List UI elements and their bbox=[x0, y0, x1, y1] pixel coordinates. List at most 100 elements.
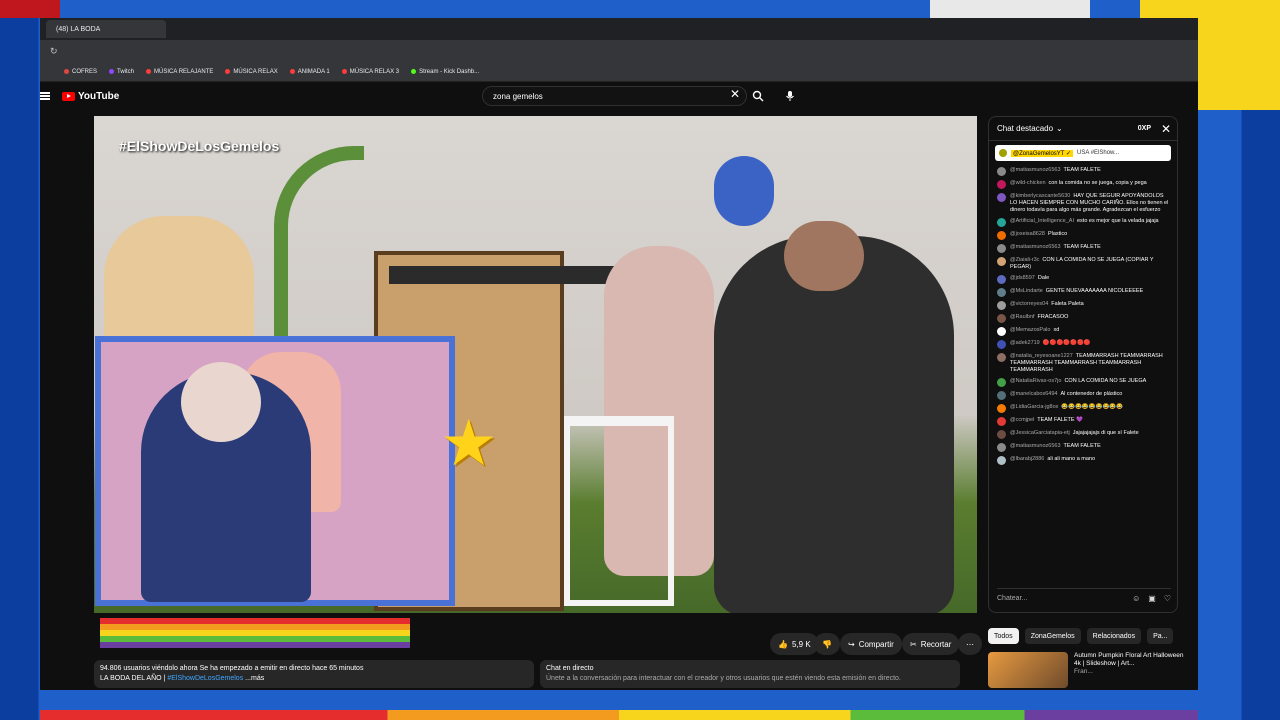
bookmark-item[interactable]: MÚSICA RELAX bbox=[225, 69, 278, 75]
voice-search-button[interactable] bbox=[780, 86, 800, 106]
bookmark-icon bbox=[341, 69, 347, 74]
chat-author[interactable]: @MemazosPalo bbox=[1010, 327, 1050, 333]
chat-message[interactable]: @LidiaGarcia-jg8ox 😂😂😂😂😂😂😂😂😂 bbox=[997, 404, 1169, 413]
like-button[interactable]: 👍 5,9 K bbox=[770, 633, 819, 655]
menu-icon[interactable] bbox=[40, 92, 50, 100]
bookmark-item[interactable]: COFRES bbox=[64, 69, 97, 75]
reload-icon[interactable]: ↻ bbox=[50, 46, 58, 57]
chat-author[interactable]: @victorreyes04 bbox=[1010, 301, 1048, 307]
chip-more[interactable]: Pa... bbox=[1147, 628, 1174, 644]
chat-message[interactable]: @natalia_reyesoane1227 TEAMMARRASH TEAMMA… bbox=[997, 353, 1169, 374]
chat-author[interactable]: @NataliaRivas-os7jo bbox=[1010, 378, 1061, 384]
chat-message[interactable]: @Artificial_Intelligence_AI esto es mejor… bbox=[997, 218, 1169, 227]
chat-mode-dropdown[interactable]: Chat destacado bbox=[997, 124, 1053, 133]
chat-author[interactable]: @LidiaGarcia-jg8ox bbox=[1010, 404, 1058, 410]
chat-message-body: @jds8597 Dale bbox=[1010, 275, 1049, 284]
chat-message[interactable]: @JessicaGarciatapia-etj Jajajajajajs di q… bbox=[997, 430, 1169, 439]
chat-author[interactable]: @jds8597 bbox=[1010, 275, 1035, 281]
chat-message[interactable]: @lbarabj2886 ali ali mano a mano bbox=[997, 456, 1169, 465]
chat-author[interactable]: @matiasmunoz6563 bbox=[1010, 167, 1061, 173]
address-bar[interactable]: ↻ bbox=[40, 40, 1198, 62]
chat-message-body: @lbarabj2886 ali ali mano a mano bbox=[1010, 456, 1095, 465]
chat-message[interactable]: @jds8597 Dale bbox=[997, 275, 1169, 284]
chat-message[interactable]: @MemazosPalo xd bbox=[997, 327, 1169, 336]
chat-message[interactable]: @joseisa8628 Plastico bbox=[997, 231, 1169, 240]
pinned-message[interactable]: @ZonaGemelosYT ✓ USA #ElShow... bbox=[995, 145, 1171, 161]
bookmark-icon bbox=[109, 69, 115, 74]
chat-author[interactable]: @MsLindarte bbox=[1010, 288, 1043, 294]
close-chat-icon[interactable]: ✕ bbox=[1161, 122, 1171, 136]
share-button[interactable]: ↪ Compartir bbox=[840, 633, 902, 655]
chat-author[interactable]: @kimberlycascante5630 bbox=[1010, 193, 1070, 199]
chat-author[interactable]: @matiasmunoz6563 bbox=[1010, 244, 1061, 250]
search-input[interactable]: zona gemelos bbox=[482, 86, 747, 106]
chat-avatar bbox=[997, 353, 1006, 362]
more-actions-button[interactable]: ⋯ bbox=[958, 633, 982, 655]
chat-author[interactable]: @Artificial_Intelligence_AI bbox=[1010, 218, 1074, 224]
chat-avatar bbox=[997, 340, 1006, 349]
chat-author[interactable]: @matiasmunoz6563 bbox=[1010, 443, 1061, 449]
chat-message[interactable]: @kimberlycascante5630 HAY QUE SEGUIR APOY… bbox=[997, 193, 1169, 214]
chat-message[interactable]: @wild-chicken con la comida no se juega, … bbox=[997, 180, 1169, 189]
emoji-icon[interactable]: ☺ bbox=[1132, 594, 1140, 603]
clip-button[interactable]: ✂ Recortar bbox=[902, 633, 960, 655]
chat-message-body: @Raulbnf FRACASOO bbox=[1010, 314, 1068, 323]
chat-message[interactable]: @matiasmunoz6563 TEAM FALETE bbox=[997, 167, 1169, 176]
youtube-logo[interactable]: YouTube bbox=[62, 91, 119, 102]
video-description[interactable]: 94.806 usuarios viéndolo ahora Se ha emp… bbox=[94, 660, 534, 688]
chat-message[interactable]: @matiasmunoz6563 TEAM FALETE bbox=[997, 443, 1169, 452]
chat-message[interactable]: @victorreyes04 Faleta Paleta bbox=[997, 301, 1169, 310]
description-more[interactable]: ...más bbox=[245, 675, 264, 682]
search-button[interactable] bbox=[748, 86, 768, 106]
tab-title: (48) LA BODA bbox=[56, 25, 101, 33]
chip-related[interactable]: Relacionados bbox=[1086, 628, 1142, 644]
chat-author[interactable]: @joseisa8628 bbox=[1010, 231, 1045, 237]
tab-bar: (48) LA BODA bbox=[40, 18, 1198, 40]
bookmark-item[interactable]: MÚSICA RELAJANTE bbox=[146, 69, 213, 75]
bookmark-item[interactable]: Twitch bbox=[109, 69, 134, 75]
chat-message[interactable]: @Raulbnf FRACASOO bbox=[997, 314, 1169, 323]
chat-avatar bbox=[997, 275, 1006, 284]
chat-author[interactable]: @JessicaGarciatapia-etj bbox=[1010, 430, 1070, 436]
chat-author[interactable]: @manelcabos6494 bbox=[1010, 391, 1057, 397]
description-hashtag[interactable]: #ElShowDeLosGemelos bbox=[167, 675, 243, 682]
bookmark-item[interactable]: ANIMADA 1 bbox=[289, 69, 330, 75]
chat-message-body: @MemazosPalo xd bbox=[1010, 327, 1059, 336]
chat-avatar bbox=[997, 456, 1006, 465]
chat-message[interactable]: @MsLindarte GENTE NUEVAAAAAAA NICOLEEEEE bbox=[997, 288, 1169, 297]
chat-message[interactable]: @adek2719 🔴🔴🔴🔴🔴🔴🔴 bbox=[997, 340, 1169, 349]
chat-author[interactable]: @wild-chicken bbox=[1010, 180, 1046, 186]
related-thumbnail[interactable] bbox=[988, 652, 1068, 688]
related-video[interactable]: Autumn Pumpkin Floral Art Halloween 4k |… bbox=[988, 652, 1188, 692]
chat-message[interactable]: @manelcabos6494 Al contenedor de plástico bbox=[997, 391, 1169, 400]
bookmark-icon bbox=[64, 69, 69, 74]
bookmark-item[interactable]: Stream - Kick Dashb... bbox=[411, 69, 479, 75]
chat-message-body: @matiasmunoz6563 TEAM FALETE bbox=[1010, 443, 1101, 452]
chat-message[interactable]: @NataliaRivas-os7jo CON LA COMIDA NO SE J… bbox=[997, 378, 1169, 387]
chat-text: CON LA COMIDA NO SE JUEGA bbox=[1064, 378, 1147, 384]
chat-message[interactable]: @ccmjpel TEAM FALETE 💜 bbox=[997, 417, 1169, 426]
chat-message[interactable]: @Ziaiali-r3c CON LA COMIDA NO SE JUEGA (C… bbox=[997, 257, 1169, 271]
chat-author[interactable]: @natalia_reyesoane1227 bbox=[1010, 353, 1073, 359]
chat-avatar bbox=[997, 167, 1006, 176]
chat-author[interactable]: @ccmjpel bbox=[1010, 417, 1034, 423]
chat-message[interactable]: @matiasmunoz6563 TEAM FALETE bbox=[997, 244, 1169, 253]
chat-message-body: @ccmjpel TEAM FALETE 💜 bbox=[1010, 417, 1083, 426]
chat-input-placeholder: Chatear... bbox=[997, 595, 1028, 602]
chip-zonagemelos[interactable]: ZonaGemelos bbox=[1024, 628, 1081, 644]
chat-author[interactable]: @Ziaiali-r3c bbox=[1010, 257, 1039, 263]
chat-input[interactable]: Chatear... ☺ ▣ ♡ bbox=[997, 588, 1171, 606]
chip-all[interactable]: Todos bbox=[988, 628, 1019, 644]
chat-author[interactable]: @adek2719 bbox=[1010, 340, 1040, 346]
chat-author[interactable]: @Raulbnf bbox=[1010, 314, 1035, 320]
chat-author[interactable]: @lbarabj2886 bbox=[1010, 456, 1044, 462]
heart-icon[interactable]: ♡ bbox=[1164, 594, 1171, 603]
super-chat-icon[interactable]: ▣ bbox=[1148, 594, 1156, 603]
bookmark-item[interactable]: MÚSICA RELAX 3 bbox=[341, 69, 399, 75]
clear-search-icon[interactable]: ✕ bbox=[730, 87, 740, 101]
chat-avatar bbox=[997, 193, 1006, 202]
bookmark-icon bbox=[289, 69, 295, 74]
browser-tab[interactable]: (48) LA BODA bbox=[46, 20, 166, 38]
chevron-down-icon[interactable]: ⌄ bbox=[1056, 124, 1063, 133]
dislike-button[interactable]: 👎 bbox=[814, 633, 840, 655]
